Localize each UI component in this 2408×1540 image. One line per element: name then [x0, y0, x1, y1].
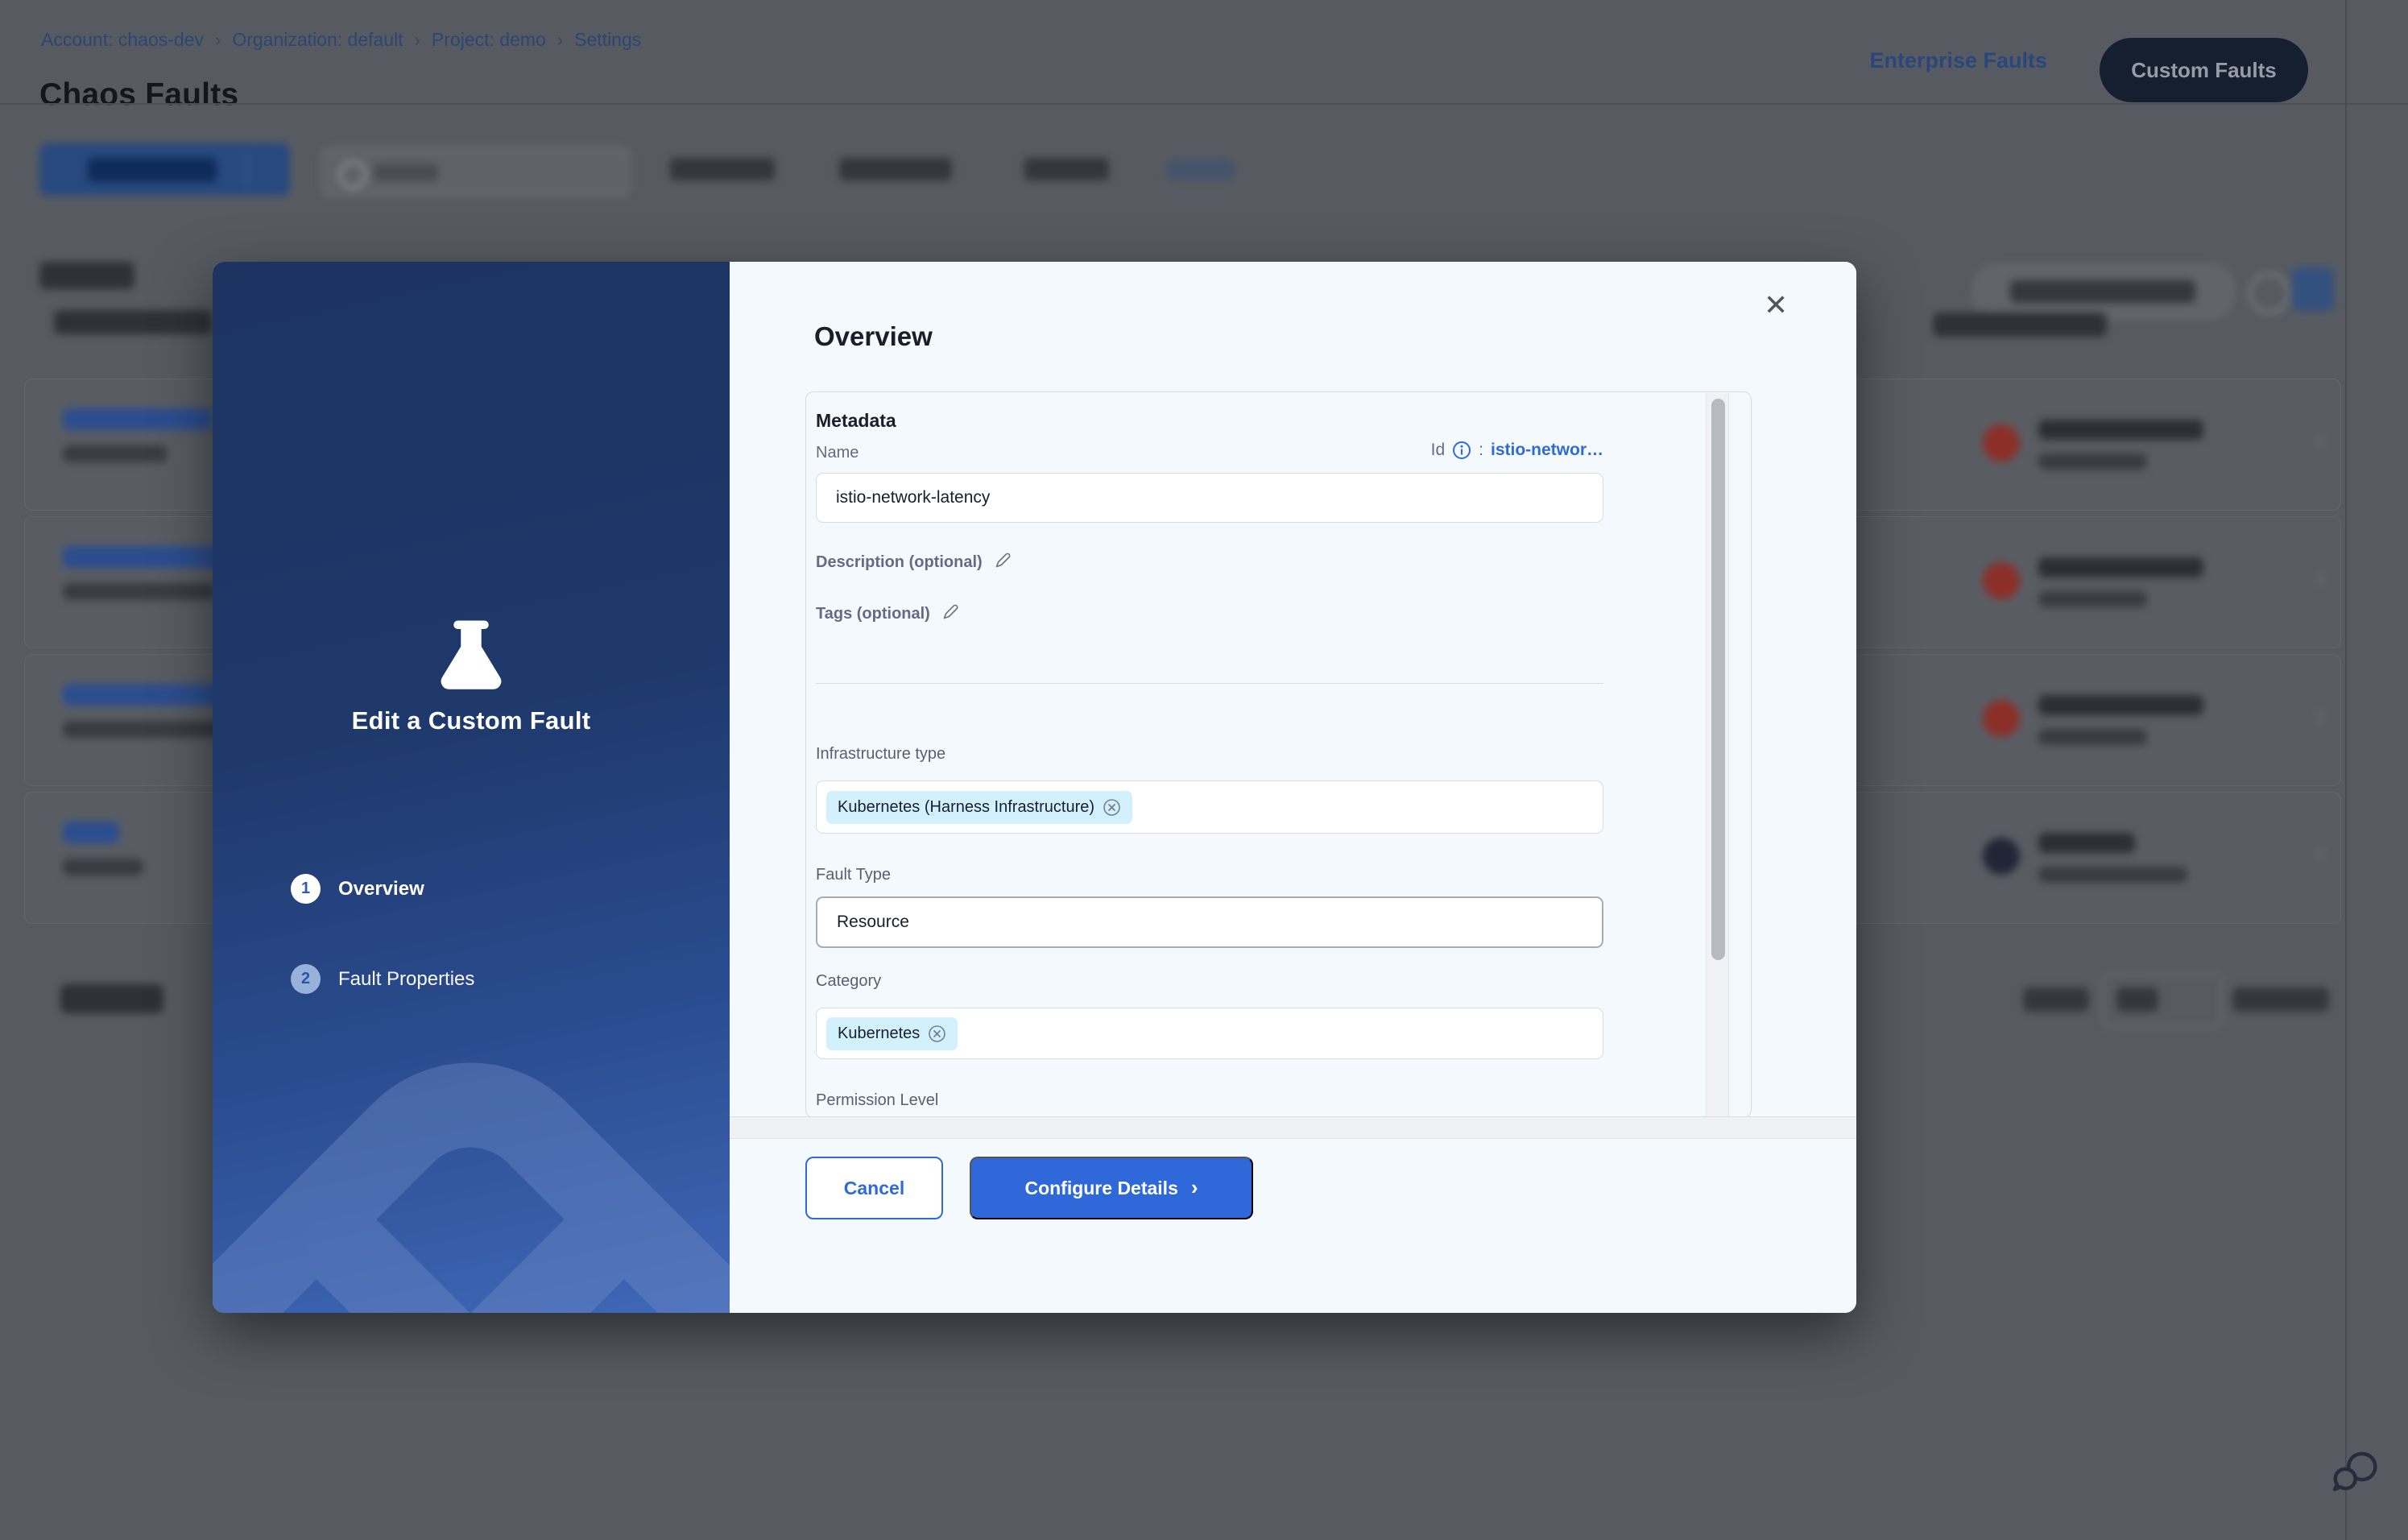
modified-ago-blob — [2038, 591, 2147, 607]
modal-sidebar: Edit a Custom Fault 1 Overview 2 Fault P… — [213, 262, 730, 1313]
view-toggle-button[interactable] — [2292, 267, 2334, 311]
page-size-label-blob — [2023, 987, 2089, 1012]
category-label: Category — [816, 972, 881, 991]
avatar — [1983, 838, 2020, 875]
modal-step-heading: Overview — [814, 321, 933, 352]
breadcrumb: Account: chaos-dev › Organization: defau… — [41, 29, 641, 51]
chip-remove-icon[interactable] — [1103, 798, 1121, 817]
fault-type-filter-dropdown[interactable] — [839, 158, 952, 180]
search-icon — [338, 160, 367, 189]
modified-ago-blob — [2038, 453, 2147, 470]
avatar — [1983, 562, 2020, 599]
modified-by-blob — [2038, 420, 2203, 440]
permission-level-label: Permission Level — [816, 1091, 938, 1110]
step-label: Fault Properties — [338, 968, 474, 991]
category-filter-dropdown[interactable] — [670, 158, 775, 180]
breadcrumb-settings[interactable]: Settings — [574, 29, 641, 51]
name-label: Name — [816, 444, 859, 462]
id-separator: : — [1479, 441, 1483, 460]
fault-id-blob — [63, 445, 168, 462]
reset-filters-link[interactable] — [1166, 159, 1235, 180]
modified-ago-blob — [2038, 729, 2147, 745]
footer-separator-strip — [730, 1116, 1856, 1139]
category-chip: Kubernetes — [826, 1017, 958, 1050]
fault-type-input[interactable] — [816, 896, 1603, 948]
chat-support-icon[interactable] — [2330, 1447, 2380, 1497]
new-fault-button[interactable] — [39, 143, 290, 196]
right-rail-divider — [2345, 0, 2347, 1540]
fault-id-blob — [63, 859, 143, 876]
search-placeholder-blob — [374, 164, 438, 181]
avatar — [1983, 700, 2020, 737]
modal-title: Edit a Custom Fault — [213, 706, 730, 735]
breadcrumb-separator-icon: › — [557, 30, 563, 51]
fault-type-label: Fault Type — [816, 866, 891, 884]
modified-by-blob — [2038, 833, 2135, 853]
step-label: Overview — [338, 878, 424, 900]
step-fault-properties[interactable]: 2 Fault Properties — [291, 964, 474, 994]
breadcrumb-separator-icon: › — [215, 30, 221, 51]
page-range-blob — [2232, 987, 2329, 1012]
help-icon[interactable] — [2249, 272, 2290, 314]
step-number-badge: 1 — [291, 874, 321, 904]
breadcrumb-separator-icon: › — [415, 30, 420, 51]
modified-by-blob — [2038, 695, 2203, 715]
close-icon[interactable]: ✕ — [1764, 291, 1788, 320]
last-modified-column-header[interactable] — [1933, 313, 2107, 337]
page-size-select[interactable] — [2102, 973, 2223, 1028]
new-fault-label-blob — [88, 158, 217, 182]
breadcrumb-account[interactable]: Account: chaos-dev — [41, 29, 204, 51]
split-button-divider — [246, 151, 248, 188]
tags-label: Tags (optional) — [816, 603, 959, 626]
category-select[interactable]: Kubernetes — [816, 1008, 1603, 1059]
chevron-right-icon: › — [1191, 1175, 1198, 1200]
row-chevron-icon[interactable]: › — [2316, 838, 2325, 869]
infrastructure-chip: Kubernetes (Harness Infrastructure) — [826, 791, 1132, 824]
overview-form-scroll-area: Metadata Name Id : istio-networ… Descrip… — [805, 391, 1752, 1118]
description-label: Description (optional) — [816, 552, 1012, 574]
fault-id-value[interactable]: istio-networ… — [1491, 441, 1603, 460]
modal-content-panel: ✕ Overview Metadata Name Id : istio-netw… — [730, 262, 1856, 1313]
custom-faults-button[interactable]: Custom Faults — [2100, 38, 2308, 102]
page-title: Chaos Faults — [39, 77, 238, 113]
row-chevron-icon[interactable]: › — [2316, 562, 2325, 594]
infrastructure-type-select[interactable]: Kubernetes (Harness Infrastructure) — [816, 780, 1603, 834]
cancel-button[interactable]: Cancel — [805, 1157, 943, 1219]
fault-id-blob — [63, 583, 216, 600]
step-overview[interactable]: 1 Overview — [291, 874, 424, 904]
pagination-label-blob — [60, 984, 163, 1013]
faults-search-input[interactable] — [322, 147, 630, 197]
chip-remove-icon[interactable] — [928, 1025, 946, 1043]
edit-pencil-icon[interactable] — [994, 552, 1012, 569]
fault-name-link-blob[interactable] — [63, 408, 212, 430]
info-icon[interactable] — [1452, 441, 1471, 460]
flask-icon — [432, 615, 510, 692]
fault-name-column-header[interactable] — [54, 310, 212, 334]
table-search-input[interactable] — [1973, 264, 2234, 319]
total-count-blob — [39, 262, 134, 289]
infrastructure-type-label: Infrastructure type — [816, 745, 945, 764]
metadata-heading: Metadata — [816, 410, 896, 432]
enterprise-faults-link[interactable]: Enterprise Faults — [1869, 48, 2047, 73]
fault-name-link-blob[interactable] — [63, 822, 119, 843]
modified-by-blob — [2038, 557, 2203, 578]
breadcrumb-organization[interactable]: Organization: default — [232, 29, 403, 51]
header-divider — [0, 103, 2408, 105]
row-chevron-icon[interactable]: › — [2316, 424, 2325, 456]
row-chevron-icon[interactable]: › — [2316, 700, 2325, 731]
configure-details-button[interactable]: Configure Details › — [970, 1157, 1253, 1219]
scrollbar-thumb[interactable] — [1711, 399, 1725, 960]
step-number-badge: 2 — [291, 964, 321, 994]
name-input[interactable] — [816, 473, 1603, 523]
id-label: Id — [1431, 441, 1446, 460]
fault-id-blob — [63, 721, 224, 738]
modified-ago-blob — [2038, 867, 2187, 883]
avatar — [1983, 424, 2020, 462]
tags-filter-dropdown[interactable] — [1024, 158, 1109, 180]
form-divider — [816, 683, 1603, 684]
edit-pencil-icon[interactable] — [941, 603, 959, 621]
breadcrumb-project[interactable]: Project: demo — [432, 29, 546, 51]
edit-custom-fault-modal: Edit a Custom Fault 1 Overview 2 Fault P… — [213, 262, 1856, 1313]
fault-id-line: Id : istio-networ… — [1431, 441, 1603, 460]
